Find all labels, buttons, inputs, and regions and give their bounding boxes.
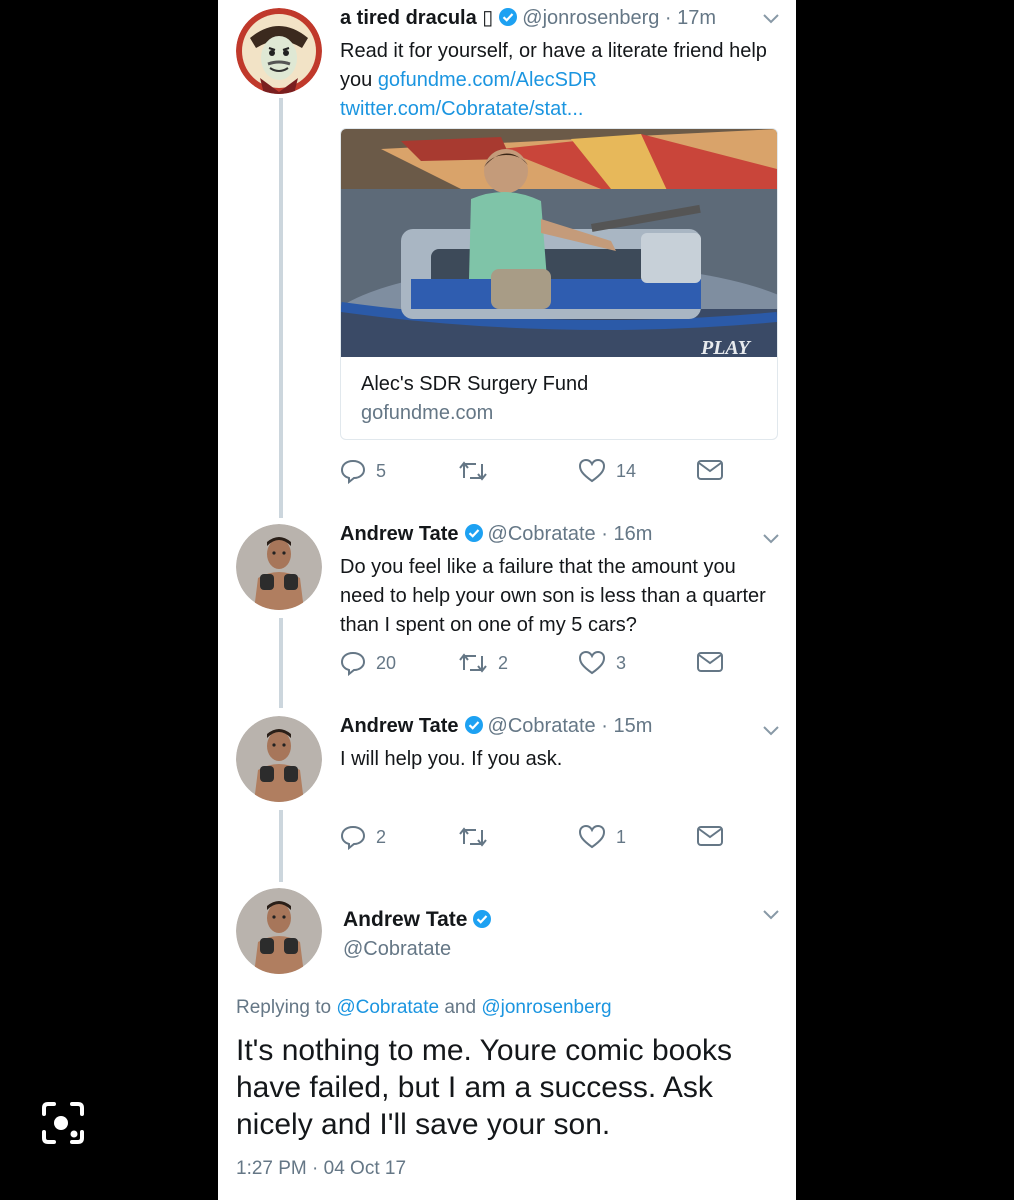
message-icon [697,460,723,480]
message-icon [697,652,723,672]
display-name[interactable]: Andrew Tate [340,523,459,545]
reply-count: 5 [376,460,387,481]
main-tweet-timestamp[interactable]: 1:27 PM · 04 Oct 17 [236,1158,406,1180]
replying-and: and [439,997,482,1018]
card-title: Alec's SDR Surgery Fund [361,373,589,395]
display-name[interactable]: Andrew Tate [340,715,459,737]
verified-icon [464,715,484,741]
chevron-down-icon[interactable] [762,532,780,550]
tweet-cobratate-1[interactable]: Andrew Tate @Cobratate · 16m Do you feel … [218,510,796,700]
separator-dot: · [595,715,614,737]
tweet-content: Andrew Tate @Cobratate · 15m I will help … [340,714,778,774]
chevron-down-icon[interactable] [762,724,780,742]
retweet-button[interactable] [458,824,498,850]
reply-button[interactable]: 2 [340,824,386,850]
retweet-count: 2 [498,652,509,673]
display-name[interactable]: a tired dracula [340,7,482,29]
like-count: 3 [616,652,627,673]
card-image-text: PLAY [700,337,752,357]
chevron-down-icon[interactable] [762,908,780,926]
reply-mention-cobratate[interactable]: @Cobratate [336,997,439,1018]
verified-icon [464,523,484,549]
handle[interactable]: @Cobratate [488,523,596,545]
tweet-text: I will help you. If you ask. [340,748,563,770]
tweet-text: Do you feel like a failure that the amou… [340,556,766,636]
reply-count: 20 [376,652,397,673]
handle[interactable]: @Cobratate [343,938,451,961]
reply-button[interactable]: 5 [340,458,386,484]
like-count: 1 [616,826,627,847]
direct-message-button[interactable] [696,824,724,848]
like-button[interactable]: 1 [578,824,626,850]
direct-message-button[interactable] [696,650,724,674]
separator-dot: · [595,523,614,545]
like-count: 14 [616,460,637,481]
replying-prefix: Replying to [236,997,337,1018]
name-emoji: ▯ [482,7,494,29]
timestamp[interactable]: 17m [677,7,716,29]
retweet-icon [459,653,487,673]
separator-dot: · [659,7,678,29]
tweet-cobratate-2[interactable]: Andrew Tate @Cobratate · 15m I will help … [218,702,796,872]
like-button[interactable]: 14 [578,458,636,484]
tweet-content: Andrew Tate @Cobratate · 16m Do you feel … [340,522,778,640]
twitter-link[interactable]: twitter.com/Cobratate/stat... [340,98,583,120]
card-image: PLAY [341,129,777,404]
display-name[interactable]: Andrew Tate [343,908,467,931]
tweet-jonrosenberg[interactable]: a tired dracula ▯ @jonrosenberg · 17m Rea… [218,0,796,500]
tweet-actions: 5 14 [340,458,760,488]
retweet-icon [459,461,487,481]
handle[interactable]: @Cobratate [488,715,596,737]
avatar-dracula[interactable] [236,8,322,94]
main-author: Andrew Tate [343,908,496,934]
timestamp[interactable]: 15m [613,715,652,737]
avatar-andrew-tate[interactable] [236,716,322,802]
timestamp[interactable]: 16m [613,523,652,545]
tweet-actions: 20 2 3 [340,650,760,680]
like-icon [578,458,606,483]
main-tweet-text: It's nothing to me. Youre comic books ha… [236,1034,733,1141]
reply-button[interactable]: 20 [340,650,396,676]
reply-mention-jonrosenberg[interactable]: @jonrosenberg [481,997,611,1018]
reply-icon [340,459,366,484]
like-icon [578,650,606,675]
tweet-actions: 2 1 [340,824,760,854]
reply-count: 2 [376,826,387,847]
lens-icon[interactable] [40,1100,86,1151]
direct-message-button[interactable] [696,458,724,482]
like-button[interactable]: 3 [578,650,626,676]
message-icon [697,826,723,846]
avatar-andrew-tate[interactable] [236,524,322,610]
like-icon [578,824,606,849]
gofundme-link[interactable]: gofundme.com/AlecSDR [378,69,597,91]
avatar-andrew-tate[interactable] [236,888,322,974]
handle[interactable]: @jonrosenberg [522,7,659,29]
tweet-header: Andrew Tate @Cobratate · 16m [340,522,778,549]
tweet-content: a tired dracula ▯ @jonrosenberg · 17m Rea… [340,6,778,124]
chevron-down-icon[interactable] [762,12,780,30]
link-card[interactable]: PLAY Alec's SDR Surgery Fund gofundme.co… [340,128,778,440]
verified-icon [498,7,518,33]
retweet-icon [459,827,487,847]
tweet-thread-panel: a tired dracula ▯ @jonrosenberg · 17m Rea… [218,0,796,1200]
verified-icon [472,909,492,934]
retweet-button[interactable] [458,458,498,484]
reply-icon [340,825,366,850]
reply-icon [340,651,366,676]
tweet-header: Andrew Tate @Cobratate · 15m [340,714,778,741]
tweet-text: Read it for yourself, or have a literate… [340,37,778,124]
card-domain: gofundme.com [361,402,494,424]
tweet-header: a tired dracula ▯ @jonrosenberg · 17m [340,6,778,33]
replying-to: Replying to @Cobratate and @jonrosenberg [236,997,612,1019]
retweet-button[interactable]: 2 [458,650,508,676]
